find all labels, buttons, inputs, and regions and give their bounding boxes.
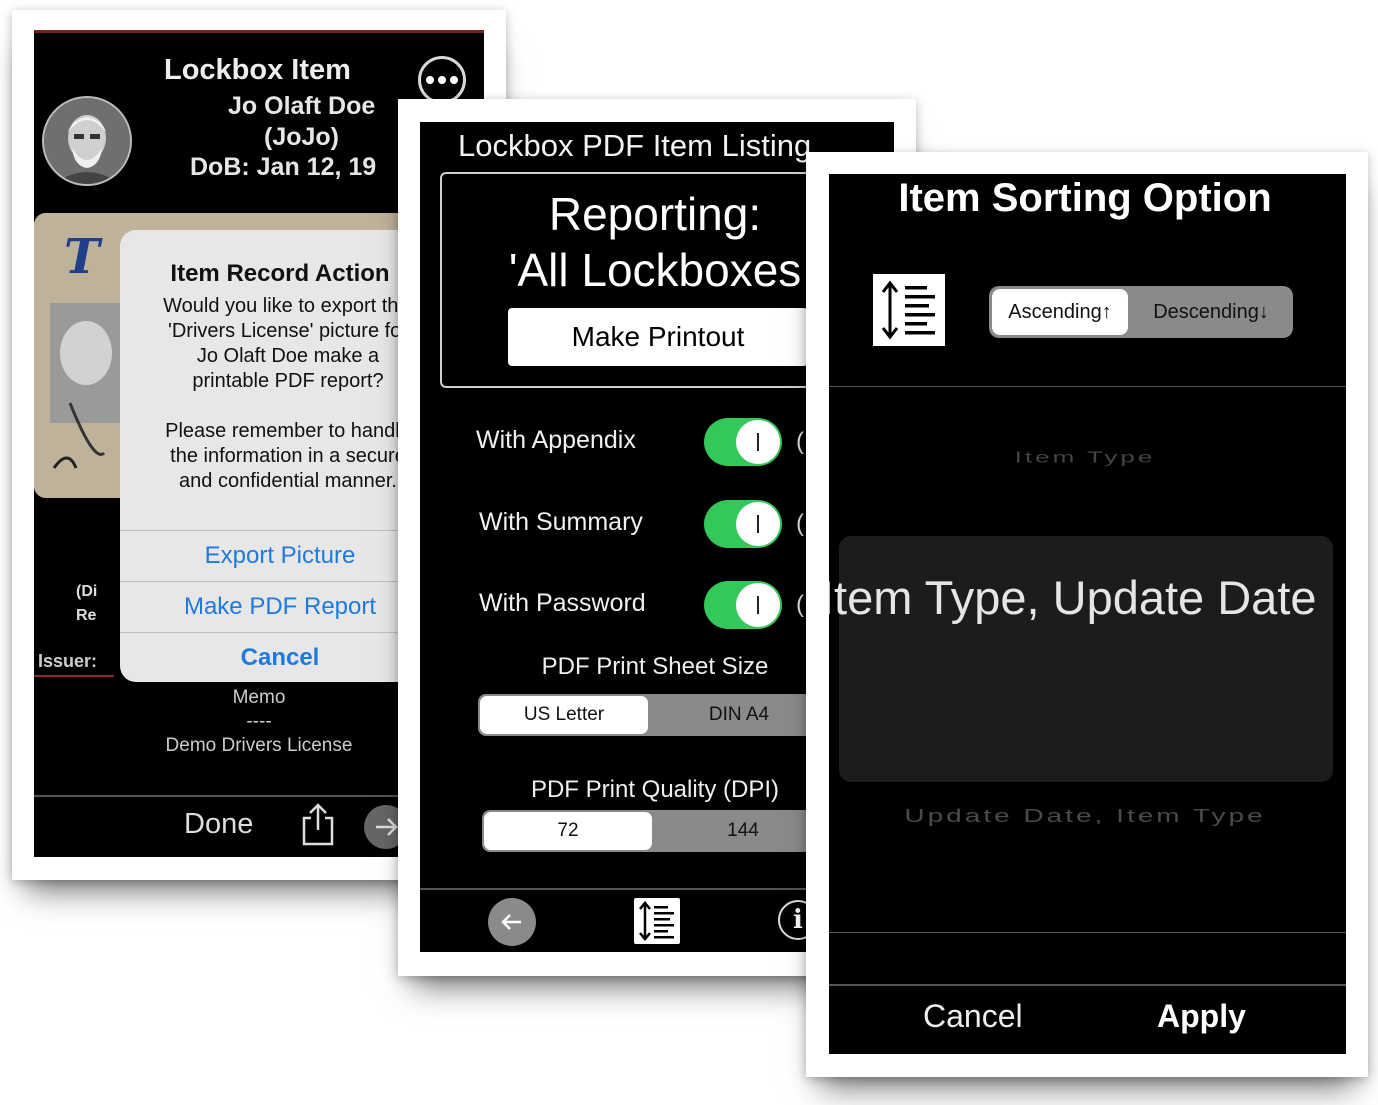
issuer-underline [34, 675, 114, 677]
picker-option[interactable]: Update Date, Item Type [829, 806, 1341, 827]
more-options-button[interactable] [418, 56, 466, 104]
cancel-button[interactable]: Cancel [923, 998, 1023, 1035]
action-sheet-title: Item Record Action [170, 260, 390, 287]
segment-descending[interactable]: Descending↓ [1133, 286, 1289, 338]
segment-ascending[interactable]: Ascending↑ [992, 289, 1128, 335]
toggle-knob [736, 583, 780, 627]
issuer-label: Issuer: [38, 651, 98, 671]
action-sheet-message: Would you like to export this 'Drivers L… [163, 295, 413, 492]
done-button[interactable]: Done [184, 808, 253, 841]
date-of-birth: DoB: Jan 12, 19 [190, 153, 377, 181]
header-divider [34, 30, 484, 33]
page-title: Lockbox Item [164, 54, 351, 86]
segment-144-dpi[interactable]: 144 [658, 810, 828, 852]
truncated-text: ( [796, 510, 804, 537]
sort-icon[interactable] [634, 898, 680, 944]
segment-us-letter[interactable]: US Letter [480, 696, 648, 734]
info-line: (Di [76, 583, 98, 600]
truncated-text: ( [796, 591, 804, 618]
person-photo-icon [44, 98, 130, 184]
more-icon-dot [438, 76, 446, 84]
picker-top-border [829, 386, 1346, 387]
with-appendix-toggle[interactable] [704, 418, 782, 466]
truncated-text: ( [796, 428, 804, 455]
picker-option[interactable]: Item Type [829, 448, 1341, 467]
sort-icon [873, 274, 945, 346]
make-printout-button[interactable]: Make Printout [508, 308, 808, 366]
with-appendix-label: With Appendix [476, 426, 636, 454]
svg-text:T: T [64, 229, 103, 285]
picker-selected-option[interactable]: Item Type, Update Date [829, 570, 1317, 625]
license-info-partial: (Di Re [76, 580, 97, 628]
info-line: Re [76, 607, 97, 624]
sort-order-segmented-control: Ascending↑ Descending↓ [989, 286, 1293, 338]
screenshot-card-sorting-option: Item Sorting Option Ascending↑ Descendin… [806, 152, 1368, 1077]
segment-72-dpi[interactable]: 72 [484, 812, 652, 850]
person-name: Jo Olaft Doe [228, 92, 376, 120]
with-summary-toggle[interactable] [704, 500, 782, 548]
back-arrow-icon[interactable] [488, 898, 536, 946]
avatar[interactable] [42, 96, 132, 186]
with-password-label: With Password [479, 589, 646, 617]
toggle-knob [736, 502, 780, 546]
cancel-button[interactable]: Cancel [120, 644, 440, 672]
toolbar-divider [829, 984, 1346, 986]
share-icon[interactable] [300, 802, 336, 846]
make-pdf-report-button[interactable]: Make PDF Report [120, 593, 440, 621]
page-title: Item Sorting Option [898, 176, 1272, 220]
item-sorting-screen: Item Sorting Option Ascending↑ Descendin… [829, 174, 1346, 1054]
with-summary-label: With Summary [479, 508, 643, 536]
apply-button[interactable]: Apply [1157, 998, 1246, 1035]
export-picture-button[interactable]: Export Picture [120, 542, 440, 570]
more-icon-dot [426, 76, 434, 84]
picker-bottom-border [829, 932, 1346, 933]
person-nickname: (JoJo) [264, 123, 339, 151]
more-icon-dot [450, 76, 458, 84]
segment-din-a4[interactable]: DIN A4 [654, 694, 824, 736]
with-password-toggle[interactable] [704, 581, 782, 629]
page-title: Lockbox PDF Item Listing [458, 128, 812, 163]
toggle-knob [736, 420, 780, 464]
